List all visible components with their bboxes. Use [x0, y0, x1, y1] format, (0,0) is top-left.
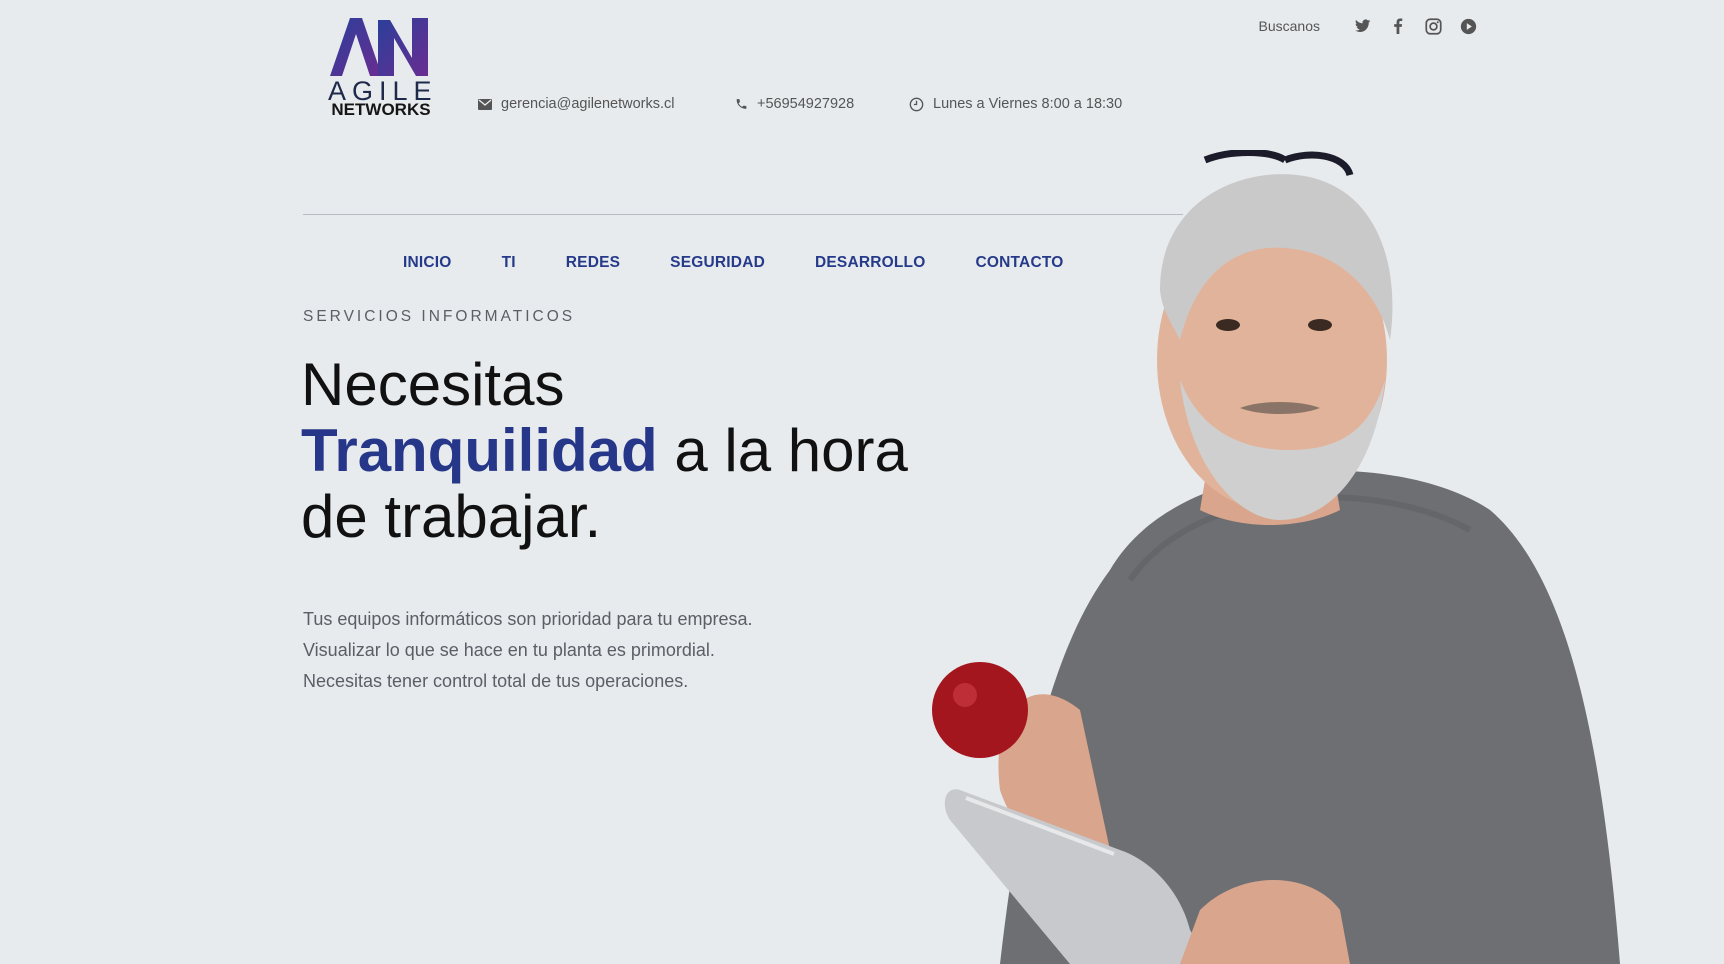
contact-phone[interactable]: +56954927928: [735, 96, 854, 112]
hero-headline: Necesitas Tranquilidad a la hora de trab…: [301, 352, 908, 550]
mail-icon: [478, 98, 492, 110]
headline-highlight: Tranquilidad: [301, 417, 658, 484]
nav-item-seguridad[interactable]: SEGURIDAD: [670, 254, 765, 272]
headline-line-2-rest: a la hora: [657, 417, 908, 484]
hero-eyebrow: SERVICIOS INFORMATICOS: [303, 308, 576, 325]
hero-person-image: [932, 150, 1620, 964]
contact-hours-text: Lunes a Viernes 8:00 a 18:30: [933, 96, 1123, 112]
headline-line-1: Necesitas: [301, 351, 565, 418]
twitter-icon[interactable]: [1353, 16, 1373, 36]
hero-body-line: Necesitas tener control total de tus ope…: [303, 671, 689, 691]
clock-icon: [909, 97, 924, 111]
contact-email[interactable]: gerencia@agilenetworks.cl: [478, 96, 675, 112]
nav-item-redes[interactable]: REDES: [566, 254, 620, 272]
follow-label: Buscanos: [1258, 18, 1320, 34]
hero-body: Tus equipos informáticos son prioridad p…: [303, 604, 753, 697]
contact-hours: Lunes a Viernes 8:00 a 18:30: [909, 96, 1122, 112]
social-bar: Buscanos: [1259, 16, 1478, 36]
contact-email-text: gerencia@agilenetworks.cl: [501, 96, 675, 112]
hero-body-line: Visualizar lo que se hace en tu planta e…: [303, 640, 715, 660]
contact-phone-text: +56954927928: [757, 96, 855, 112]
site-logo[interactable]: AGILE NETWORKS: [328, 16, 434, 120]
nav-item-inicio[interactable]: INICIO: [403, 254, 452, 272]
phone-icon: [736, 99, 747, 109]
headline-line-3: de trabajar.: [301, 483, 602, 550]
agile-networks-monogram-icon: [330, 18, 428, 76]
youtube-icon[interactable]: [1458, 16, 1478, 36]
logo-word-networks: NETWORKS: [331, 100, 431, 119]
facebook-icon[interactable]: [1388, 16, 1408, 36]
hero-body-line: Tus equipos informáticos son prioridad p…: [303, 609, 753, 629]
instagram-icon[interactable]: [1423, 16, 1443, 36]
nav-item-ti[interactable]: TI: [502, 254, 516, 272]
